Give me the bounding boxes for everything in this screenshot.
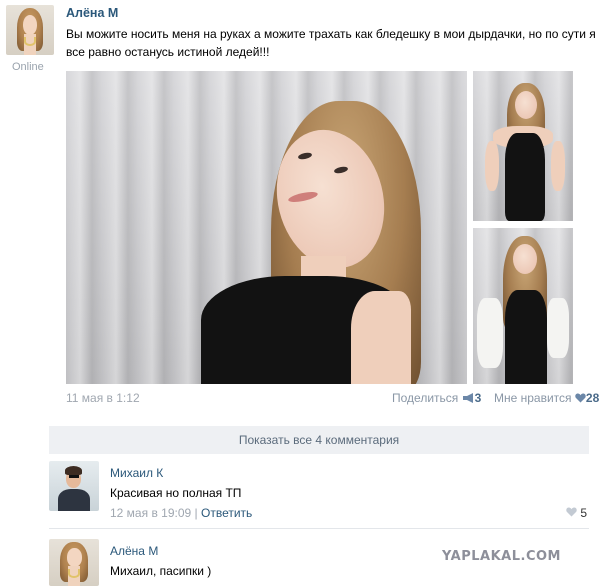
post-author-name[interactable]: Алёна М: [66, 6, 118, 20]
author-avatar[interactable]: [6, 5, 54, 55]
like-count: 28: [585, 391, 600, 405]
comment-avatar-mikhail[interactable]: [49, 461, 99, 511]
show-all-comments-button[interactable]: Показать все 4 комментария: [49, 426, 589, 454]
comment-2-author[interactable]: Алёна М: [110, 544, 158, 558]
post-date[interactable]: 11 мая в 1:12: [66, 391, 140, 405]
comment-2-text: Михаил, пасипки ): [110, 564, 212, 578]
megaphone-icon: [462, 392, 475, 406]
comment-divider: [49, 528, 589, 529]
comment-1-separator: |: [194, 506, 198, 520]
post-text-line-2: все равно останусь истиной ледей!!!: [66, 45, 270, 59]
post-photo-main[interactable]: [66, 71, 467, 384]
share-count: 3: [474, 391, 482, 405]
online-status: Online: [12, 61, 44, 73]
comment-1-text: Красивая но полная ТП: [110, 486, 242, 500]
like-button[interactable]: Мне нравится 28: [494, 391, 599, 406]
post-photo-side-1[interactable]: [473, 71, 573, 221]
comment-1-like-button[interactable]: 5: [566, 506, 587, 520]
post-photo-side-2[interactable]: [473, 228, 573, 384]
site-watermark: YAPLAKAL.COM: [442, 549, 561, 564]
share-button[interactable]: Поделиться 3: [392, 391, 481, 406]
comment-1-meta: 12 мая в 19:09 | Ответить: [110, 506, 252, 520]
like-label: Мне нравится: [494, 391, 572, 405]
comment-avatar-alena[interactable]: [49, 539, 99, 586]
comment-1-like-count: 5: [580, 506, 588, 520]
heart-icon: [566, 506, 580, 520]
share-label: Поделиться: [392, 391, 459, 405]
comment-1-author[interactable]: Михаил К: [110, 466, 163, 480]
comment-1-date[interactable]: 12 мая в 19:09: [110, 506, 191, 520]
reply-button[interactable]: Ответить: [201, 506, 252, 520]
heart-icon: [575, 392, 586, 406]
post-text-line-1: Вы можите носить меня на руках а можите …: [66, 27, 596, 41]
